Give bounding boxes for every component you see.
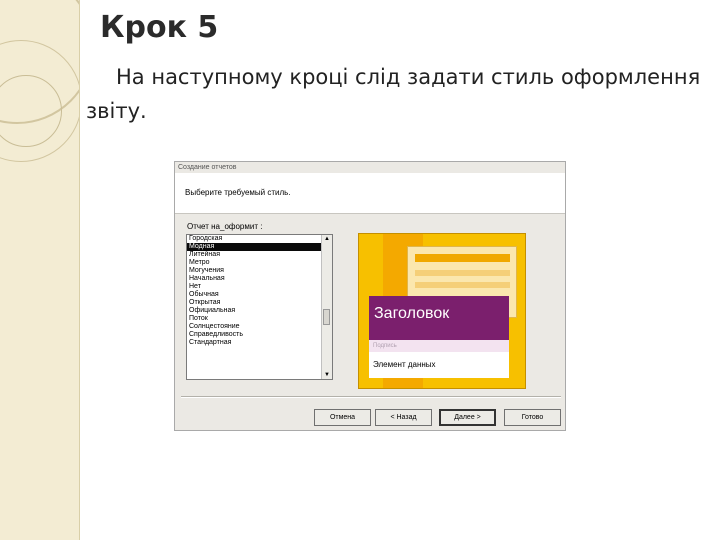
preview-title: Заголовок <box>369 296 509 340</box>
scroll-thumb[interactable] <box>323 309 330 325</box>
list-item[interactable]: Стандартная <box>187 339 332 347</box>
list-item[interactable]: Поток <box>187 315 332 323</box>
preview-row <box>415 282 510 288</box>
finish-button[interactable]: Готово <box>504 409 561 426</box>
list-item[interactable]: Метро <box>187 259 332 267</box>
cancel-button[interactable]: Отмена <box>314 409 371 426</box>
next-button[interactable]: Далее > <box>439 409 496 426</box>
slide-title: Крок 5 <box>100 10 219 45</box>
dialog-divider <box>181 396 561 398</box>
preview-row <box>415 270 510 276</box>
style-list-label: Отчет на_оформит : <box>187 222 263 231</box>
list-scrollbar[interactable]: ▲ ▼ <box>321 235 332 379</box>
list-item[interactable]: Начальная <box>187 275 332 283</box>
list-item[interactable]: Солнцестояние <box>187 323 332 331</box>
list-item[interactable]: Литейная <box>187 251 332 259</box>
list-item-selected[interactable]: Модная <box>187 243 332 251</box>
list-item[interactable]: Городская <box>187 235 332 243</box>
list-item[interactable]: Могучения <box>187 267 332 275</box>
scroll-down-icon[interactable]: ▼ <box>324 372 330 378</box>
preview-data-element: Элемент данных <box>369 352 509 378</box>
list-item[interactable]: Обычная <box>187 291 332 299</box>
list-item[interactable]: Нет <box>187 283 332 291</box>
preview-caption: Подпись <box>369 340 509 352</box>
decorative-side-panel <box>0 0 80 540</box>
report-wizard-dialog: Создание отчетов Выберите требуемый стил… <box>174 161 566 431</box>
style-preview: Заголовок Подпись Элемент данных <box>358 233 526 389</box>
dialog-title: Создание отчетов <box>178 164 237 171</box>
list-item[interactable]: Официальная <box>187 307 332 315</box>
scroll-up-icon[interactable]: ▲ <box>324 236 330 242</box>
style-listbox[interactable]: Городская Модная Литейная Метро Могучени… <box>186 234 333 380</box>
dialog-prompt: Выберите требуемый стиль. <box>185 188 291 197</box>
preview-row <box>415 254 510 262</box>
slide-body-text: На наступному кроці слід задати стиль оф… <box>86 65 701 123</box>
list-item[interactable]: Открытая <box>187 299 332 307</box>
list-item[interactable]: Справедливость <box>187 331 332 339</box>
back-button[interactable]: < Назад <box>375 409 432 426</box>
